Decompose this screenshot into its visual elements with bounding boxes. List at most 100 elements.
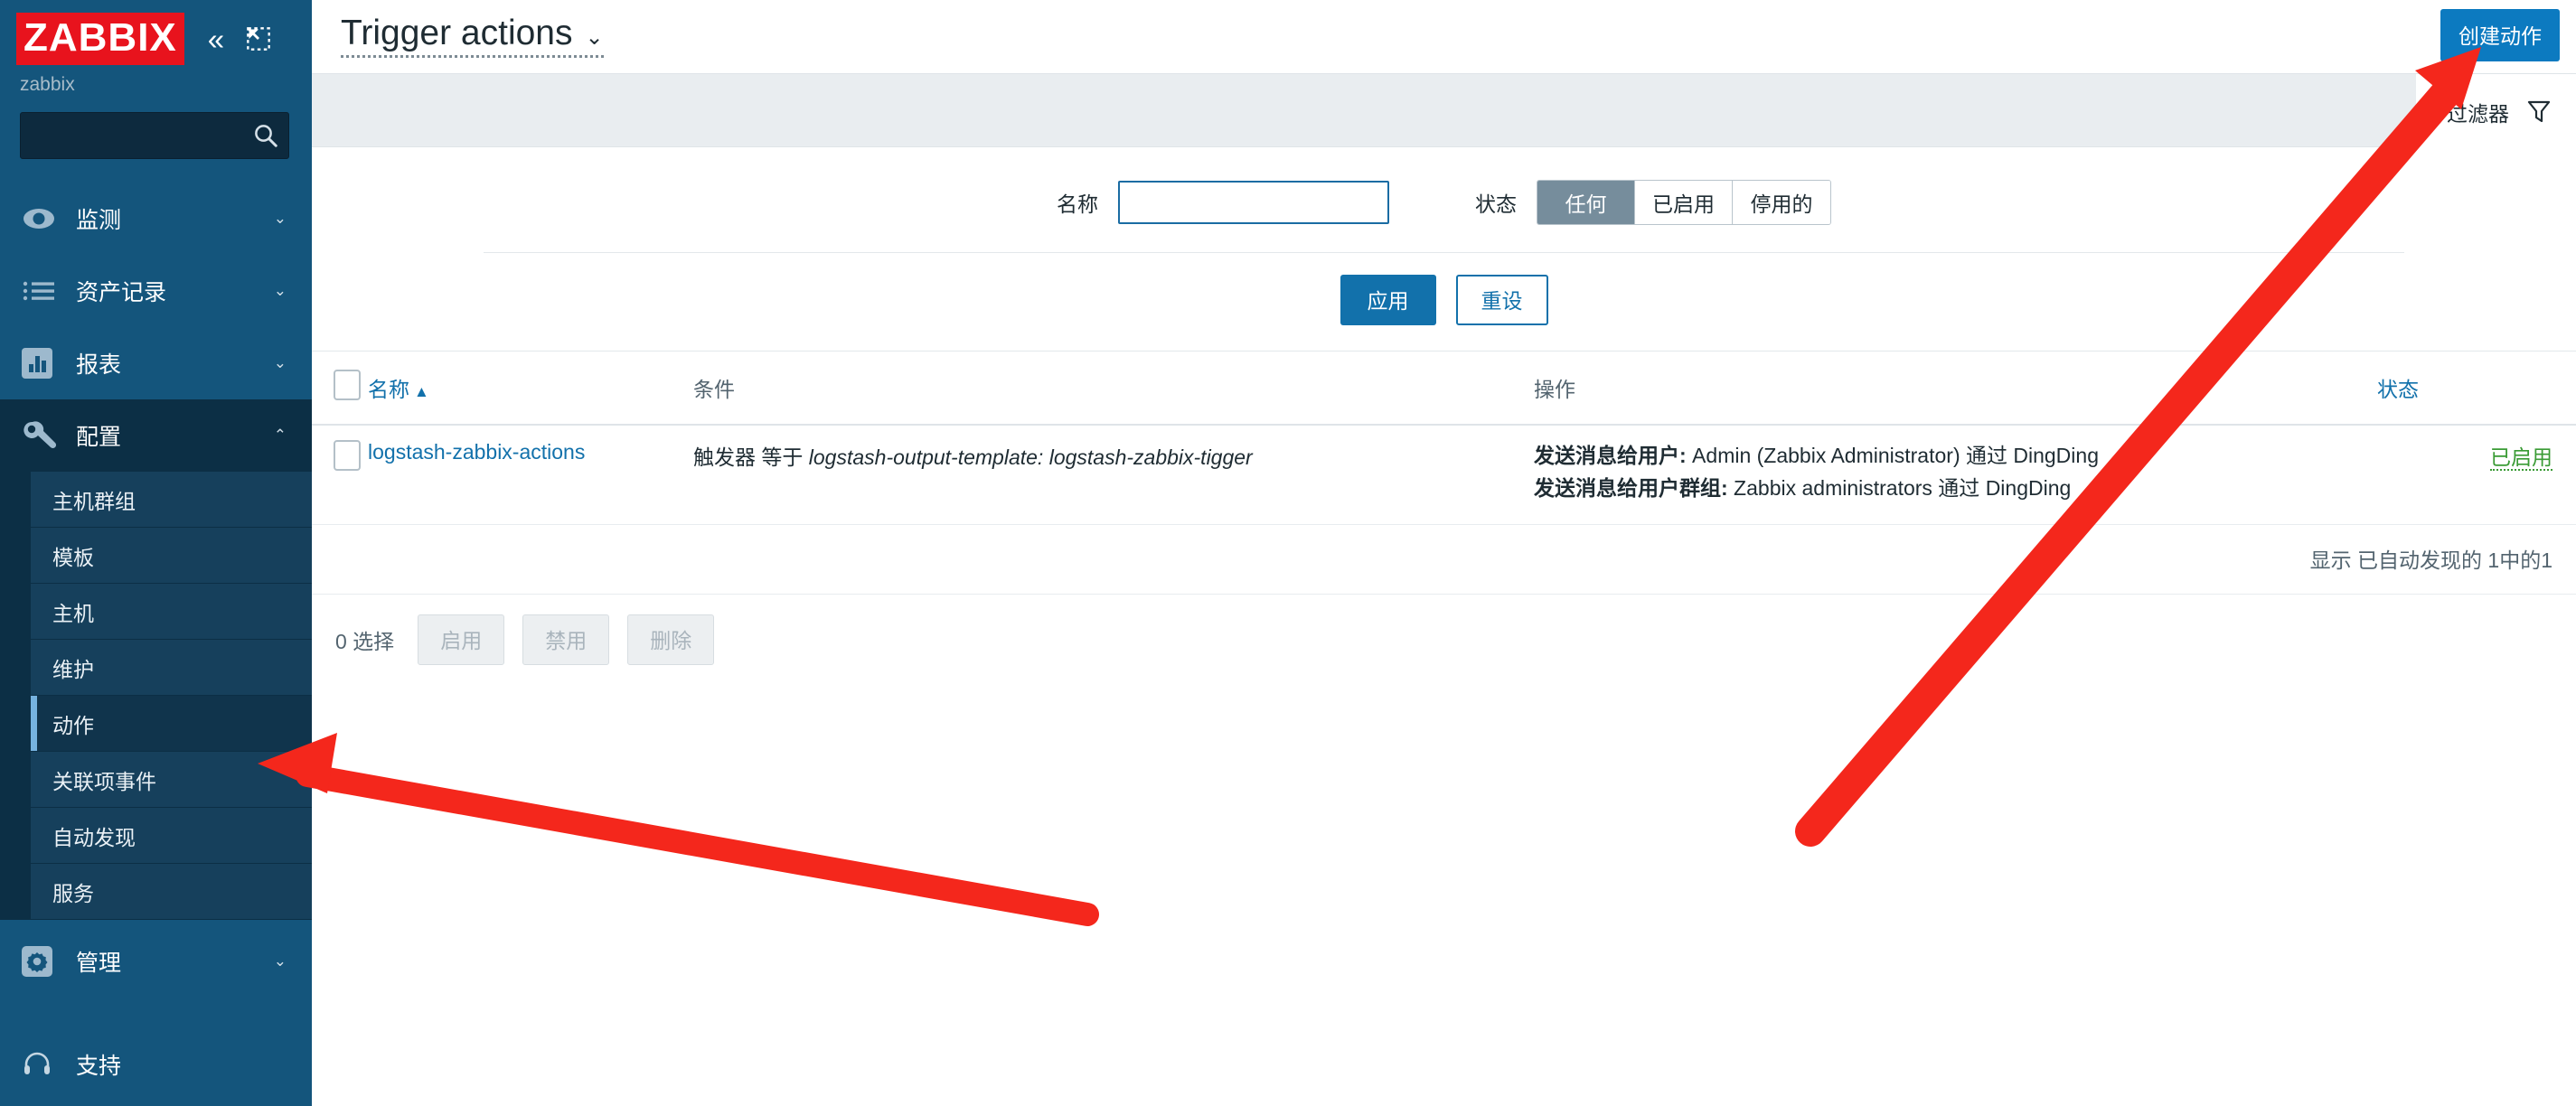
sidebar-username: zabbix <box>20 74 75 95</box>
sidebar-search <box>0 96 312 159</box>
chevron-down-icon: ⌄ <box>273 210 287 227</box>
chevron-up-icon: ⌃ <box>273 426 287 444</box>
apply-button[interactable]: 应用 <box>1340 275 1436 325</box>
operation-line: 发送消息给用户: Admin (Zabbix Administrator) 通过… <box>1534 440 2377 473</box>
main-content: Trigger actions ⌄ 创建动作 过滤器 名称 状态 任何 已启用 … <box>312 0 2576 1106</box>
sidebar-subitem-services[interactable]: 服务 <box>31 864 312 920</box>
sidebar-subitem-label: 维护 <box>52 657 94 681</box>
status-option-any[interactable]: 任何 <box>1537 181 1635 224</box>
sidebar-item-inventory[interactable]: 资产记录 ⌄ <box>0 255 312 327</box>
search-icon[interactable] <box>252 122 279 149</box>
chevron-down-icon: ⌄ <box>585 25 604 51</box>
page-header: Trigger actions ⌄ 创建动作 <box>312 0 2576 73</box>
sidebar-subitem-label: 动作 <box>52 713 94 737</box>
column-header-name[interactable]: 名称 ▲ <box>368 351 693 426</box>
column-header-name-label: 名称 <box>368 378 409 401</box>
headset-icon <box>22 1051 69 1078</box>
operation-value: Admin (Zabbix Administrator) 通过 DingDing <box>1686 444 2099 467</box>
operation-line: 发送消息给用户群组: Zabbix administrators 通过 Ding… <box>1534 473 2377 505</box>
sidebar-item-label: 监测 <box>76 208 122 233</box>
collapse-sidebar-icon[interactable]: « <box>208 24 224 54</box>
filter-actions: 应用 重设 <box>312 253 2576 351</box>
row-status-cell: 已启用 <box>2377 425 2576 526</box>
sidebar-nav: 监测 ⌄ 资产记录 ⌄ 报表 ⌄ 配置 ⌃ 主机群组 模板 主机 维护 动作 关… <box>0 183 312 1101</box>
operation-value: Zabbix administrators 通过 DingDing <box>1727 475 2072 500</box>
filter-fields-row: 名称 状态 任何 已启用 停用的 <box>312 147 2576 252</box>
sidebar-item-label: 资产记录 <box>76 280 167 305</box>
sidebar-item-support[interactable]: 支持 <box>0 1028 312 1101</box>
sidebar-subitem-label: 主机 <box>52 601 94 625</box>
wrench-icon <box>22 420 69 451</box>
filter-status-field: 状态 任何 已启用 停用的 <box>1475 180 1831 225</box>
actions-table: 名称 ▲ 条件 操作 状态 logstash-zabbix-actions 触发… <box>312 351 2576 526</box>
configuration-submenu: 主机群组 模板 主机 维护 动作 关联项事件 自动发现 服务 <box>0 472 312 920</box>
create-action-button[interactable]: 创建动作 <box>2440 9 2560 61</box>
sidebar-header: ZABBIX « <box>0 0 312 65</box>
sidebar-subitem-actions[interactable]: 动作 <box>31 696 312 752</box>
sidebar-subitem-label: 关联项事件 <box>52 769 156 793</box>
reset-button[interactable]: 重设 <box>1455 275 1548 325</box>
filter-status-label: 状态 <box>1475 192 1517 216</box>
column-header-conditions: 条件 <box>693 351 1534 426</box>
filter-tab-label: 过滤器 <box>2447 101 2509 126</box>
condition-prefix: 触发器 等于 <box>693 445 809 469</box>
bar-chart-icon <box>22 348 69 379</box>
select-all-checkbox[interactable] <box>334 370 361 400</box>
sidebar-subitem-event-correlation[interactable]: 关联项事件 <box>31 752 312 808</box>
column-header-status[interactable]: 状态 <box>2377 351 2576 426</box>
sidebar-subitem-label: 主机群组 <box>52 489 136 513</box>
sidebar-subitem-maintenance[interactable]: 维护 <box>31 640 312 696</box>
table-head: 名称 ▲ 条件 操作 状态 <box>312 351 2576 426</box>
bulk-actions-bar: 0 选择 启用 禁用 删除 <box>312 595 2576 666</box>
sidebar-item-monitoring[interactable]: 监测 ⌄ <box>0 183 312 255</box>
list-icon <box>22 279 69 303</box>
sidebar: ZABBIX « zabbix 监测 ⌄ 资产记录 ⌄ 报表 ⌄ 配置 ⌃ 主机… <box>0 0 312 1106</box>
compact-view-icon[interactable] <box>246 26 271 52</box>
operation-label: 发送消息给用户: <box>1534 444 1687 467</box>
table-row: logstash-zabbix-actions 触发器 等于 logstash-… <box>312 425 2576 526</box>
sidebar-subitem-discovery[interactable]: 自动发现 <box>31 808 312 864</box>
status-option-enabled[interactable]: 已启用 <box>1635 181 1733 224</box>
sidebar-item-reports[interactable]: 报表 ⌄ <box>0 327 312 399</box>
column-header-conditions-label: 条件 <box>693 378 735 401</box>
sort-ascending-icon: ▲ <box>414 383 429 400</box>
page-title[interactable]: Trigger actions ⌄ <box>341 14 604 58</box>
row-operations-cell: 发送消息给用户: Admin (Zabbix Administrator) 通过… <box>1534 425 2377 526</box>
status-segmented-control: 任何 已启用 停用的 <box>1537 180 1831 225</box>
actions-table-wrapper: 名称 ▲ 条件 操作 状态 logstash-zabbix-actions 触发… <box>312 351 2576 595</box>
selected-count: 0 选择 <box>335 630 395 654</box>
funnel-icon <box>2527 99 2551 125</box>
zabbix-logo: ZABBIX <box>16 13 184 65</box>
disable-button[interactable]: 禁用 <box>522 614 610 666</box>
table-header-row: 名称 ▲ 条件 操作 状态 <box>312 351 2576 426</box>
filter-name-label: 名称 <box>1057 192 1098 216</box>
sidebar-subitem-templates[interactable]: 模板 <box>31 528 312 584</box>
filter-panel: 名称 状态 任何 已启用 停用的 应用 重设 <box>312 147 2576 351</box>
delete-button[interactable]: 删除 <box>627 614 715 666</box>
sidebar-subitem-label: 模板 <box>52 545 94 569</box>
row-select-cell <box>312 425 368 526</box>
column-header-operations: 操作 <box>1534 351 2377 426</box>
search-input[interactable] <box>21 113 288 158</box>
table-body: logstash-zabbix-actions 触发器 等于 logstash-… <box>312 425 2576 526</box>
filter-tab[interactable]: 过滤器 <box>2416 74 2576 149</box>
sidebar-item-administration[interactable]: 管理 ⌄ <box>0 925 312 998</box>
status-badge[interactable]: 已启用 <box>2490 445 2552 471</box>
enable-button[interactable]: 启用 <box>418 614 505 666</box>
action-name-link[interactable]: logstash-zabbix-actions <box>368 440 585 464</box>
column-header-operations-label: 操作 <box>1534 378 1575 401</box>
sidebar-item-configuration[interactable]: 配置 ⌃ <box>0 399 312 472</box>
row-name-cell: logstash-zabbix-actions <box>368 425 693 526</box>
sidebar-subitem-host-groups[interactable]: 主机群组 <box>31 472 312 528</box>
sidebar-item-label: 报表 <box>76 352 122 378</box>
chevron-down-icon: ⌄ <box>273 354 287 371</box>
status-option-disabled[interactable]: 停用的 <box>1733 181 1830 224</box>
table-footer: 显示 已自动发现的 1中的1 <box>312 525 2576 595</box>
chevron-down-icon: ⌄ <box>273 282 287 299</box>
row-condition-cell: 触发器 等于 logstash-output-template: logstas… <box>693 425 1534 526</box>
sidebar-subitem-hosts[interactable]: 主机 <box>31 584 312 640</box>
sidebar-item-label: 管理 <box>76 951 122 976</box>
row-checkbox[interactable] <box>334 440 361 471</box>
gear-icon <box>22 946 69 977</box>
filter-name-input[interactable] <box>1118 181 1389 224</box>
